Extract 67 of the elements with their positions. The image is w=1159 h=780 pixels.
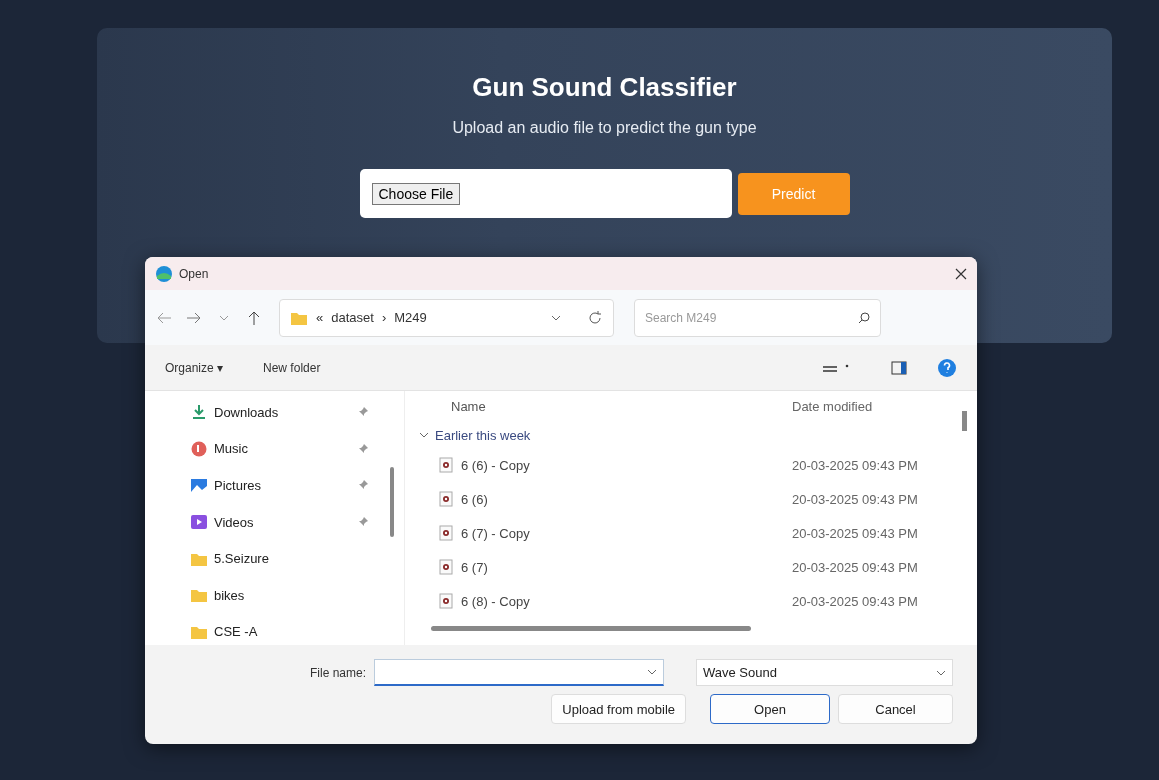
column-header[interactable]: Date modified xyxy=(792,399,977,414)
scrollbar[interactable] xyxy=(962,411,967,431)
file-name: 6 (7) - Copy xyxy=(461,525,531,541)
sidebar-item[interactable]: Downloads xyxy=(190,399,380,426)
breadcrumb-item[interactable]: dataset xyxy=(331,310,374,325)
file-input[interactable]: Choose File xyxy=(359,169,732,218)
file-name-field[interactable] xyxy=(374,659,664,686)
breadcrumb-item[interactable]: › xyxy=(381,310,387,325)
sidebar-item[interactable]: Videos xyxy=(190,508,380,536)
search-icon[interactable] xyxy=(857,310,871,325)
choose-file-button[interactable]: Choose File xyxy=(371,182,461,205)
chevron-down-icon xyxy=(551,314,561,321)
group-header[interactable]: Earlier this week xyxy=(435,427,531,443)
column-header[interactable]: Name xyxy=(451,399,792,414)
scrollbar[interactable] xyxy=(431,626,751,631)
audio-file-icon xyxy=(439,525,453,541)
file-name: 6 (7) xyxy=(461,559,489,575)
refresh-icon[interactable] xyxy=(587,309,603,326)
dialog-button[interactable]: Upload from mobile xyxy=(551,694,686,724)
picture-icon xyxy=(190,477,208,494)
file-row[interactable]: 6 (8) - Copy 20-03-2025 09:43 PM xyxy=(419,584,977,618)
date-modified: 20-03-2025 09:43 PM xyxy=(792,491,919,507)
file-row[interactable]: 6 (6) - Copy 20-03-2025 09:43 PM xyxy=(419,448,977,482)
folder-icon xyxy=(190,587,208,604)
date-modified: 20-03-2025 09:43 PM xyxy=(792,593,919,609)
dialog-button[interactable]: Open xyxy=(710,694,830,724)
video-icon xyxy=(190,514,208,530)
command-button[interactable]: New folder xyxy=(263,360,321,375)
dialog-title: Open xyxy=(179,266,210,281)
file-type-dropdown[interactable]: Wave Sound xyxy=(696,659,953,686)
audio-file-icon xyxy=(439,491,453,507)
page-title: Gun Sound Classifier xyxy=(472,72,737,103)
audio-file-icon xyxy=(439,559,453,575)
file-name: 6 (8) - Copy xyxy=(461,593,531,609)
chevron-down-icon xyxy=(647,669,657,675)
download-icon xyxy=(190,404,208,421)
page-subtitle: Upload an audio file to predict the gun type xyxy=(452,119,757,137)
sidebar-item[interactable]: 5.Seizure xyxy=(190,545,380,572)
breadcrumb-item[interactable]: « xyxy=(316,310,324,325)
file-name: 6 (6) - Copy xyxy=(461,457,531,473)
breadcrumb-item[interactable]: M249 xyxy=(394,310,427,325)
search-field[interactable]: Search M249 xyxy=(634,298,881,337)
file-name-label: File name: xyxy=(309,665,366,680)
date-modified: 20-03-2025 09:43 PM xyxy=(792,559,919,575)
address-bar[interactable]: « dataset › M249 xyxy=(279,298,614,337)
audio-file-icon xyxy=(439,457,453,473)
preview-pane-icon[interactable] xyxy=(891,359,907,376)
file-name: 6 (6) xyxy=(461,491,489,507)
command-button[interactable]: Organize ▾ xyxy=(165,360,224,375)
app-icon xyxy=(155,264,173,283)
dialog-button[interactable]: Cancel xyxy=(838,694,953,724)
chevron-down-icon xyxy=(936,669,946,676)
file-row[interactable]: 6 (7) 20-03-2025 09:43 PM xyxy=(419,550,977,584)
help-icon[interactable] xyxy=(937,357,957,378)
scrollbar[interactable] xyxy=(390,467,394,537)
date-modified: 20-03-2025 09:43 PM xyxy=(792,457,919,473)
chevron-down-icon xyxy=(419,432,429,438)
music-icon xyxy=(190,440,208,457)
file-row[interactable]: 6 (6) 20-03-2025 09:43 PM xyxy=(419,482,977,516)
sidebar-item[interactable]: Pictures xyxy=(190,472,380,499)
sidebar-item[interactable]: Music xyxy=(190,435,380,463)
close-icon[interactable] xyxy=(955,267,967,280)
date-modified: 20-03-2025 09:43 PM xyxy=(792,525,919,541)
sidebar-item[interactable]: CSE -A xyxy=(190,618,380,645)
sidebar-item[interactable]: bikes xyxy=(190,581,380,609)
file-row[interactable]: 6 (7) - Copy 20-03-2025 09:43 PM xyxy=(419,516,977,550)
audio-file-icon xyxy=(439,593,453,609)
